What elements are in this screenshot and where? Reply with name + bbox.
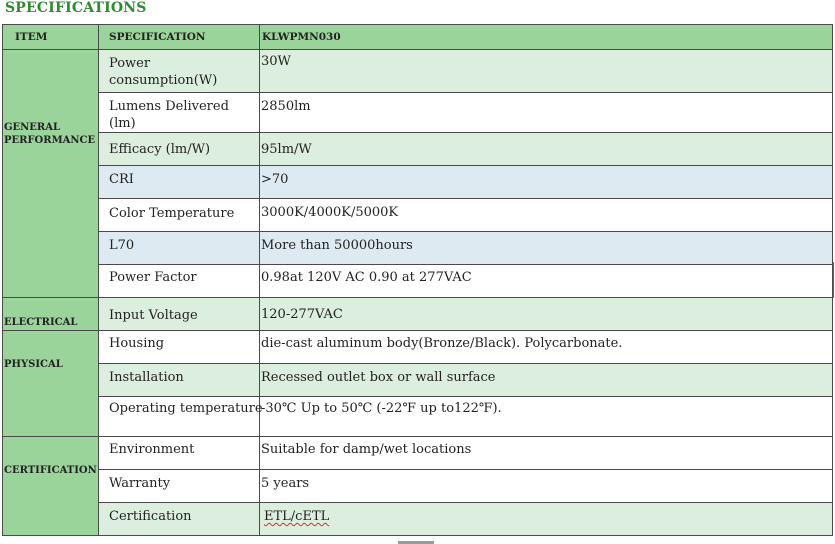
spec-cell: Power consumption(W) bbox=[98, 49, 260, 93]
spec-label: Power consumption(W) bbox=[109, 56, 218, 88]
spec-label: Housing bbox=[109, 336, 165, 351]
housing-text: die-cast aluminum body(Bronze/Black). Po… bbox=[261, 336, 623, 351]
spec-label: L70 bbox=[109, 238, 135, 253]
header-item: ITEM bbox=[2, 24, 99, 50]
spec-label: Color Temperature bbox=[109, 206, 235, 221]
certification-text: ETL/cETL bbox=[264, 509, 330, 524]
table-row: GENERAL PERFORMANCE Power consumption(W)… bbox=[2, 49, 833, 298]
table-header-row: ITEM SPECIFICATION KLWPMN030 bbox=[2, 24, 833, 50]
spec-label: Certification bbox=[109, 509, 192, 524]
spec-label: Efficacy (lm/W) bbox=[109, 142, 211, 157]
spec-value: 120-277VAC bbox=[261, 307, 343, 322]
value-cell: Recessed outlet box or wall surface bbox=[259, 363, 833, 397]
category-electrical: ELECTRICAL bbox=[2, 297, 99, 331]
spec-cell: Efficacy (lm/W) bbox=[98, 132, 260, 166]
spec-value: More than 50000hours bbox=[261, 238, 413, 253]
table-row: Lumens Delivered (lm) 2850lm bbox=[3, 92, 833, 133]
table-row: CRI >70 bbox=[3, 165, 833, 199]
value-cell: 0.98at 120V AC 0.90 at 277VAC bbox=[259, 264, 833, 298]
table-row: Installation Recessed outlet box or wall… bbox=[3, 363, 833, 397]
spec-cell: Color Temperature bbox=[98, 198, 260, 232]
spec-value: 95lm/W bbox=[261, 142, 312, 157]
value-cell: 3000K/4000K/5000K bbox=[259, 198, 833, 232]
value-cell: More than 50000hours bbox=[259, 231, 833, 265]
spec-label: Environment bbox=[109, 442, 195, 457]
category-certification: CERTIFICATION bbox=[2, 436, 99, 536]
spec-cell: CRI bbox=[98, 165, 260, 199]
spec-label: CRI bbox=[109, 172, 134, 187]
category-general-performance: GENERAL PERFORMANCE bbox=[2, 49, 99, 298]
value-cell: 30W bbox=[259, 49, 833, 93]
spec-value: >70 bbox=[261, 172, 289, 187]
spec-value: 2850lm bbox=[261, 99, 311, 114]
value-cell: 2850lm bbox=[259, 92, 833, 133]
spec-label: Operating temperature bbox=[109, 401, 263, 416]
spec-label: Input Voltage bbox=[109, 308, 198, 323]
value-cell: -30℃ Up to 50℃ (-22℉ up to122℉). bbox=[259, 396, 833, 437]
table-row: Certification ETL/cETL bbox=[3, 502, 833, 536]
value-cell: Suitable for damp/wet locations bbox=[259, 436, 833, 470]
spec-value: -30℃ Up to 50℃ (-22℉ up to122℉). bbox=[261, 401, 502, 416]
value-cell: 120-277VAC bbox=[259, 297, 833, 331]
spec-cell: Operating temperature bbox=[98, 396, 263, 437]
spec-value: 0.98at 120V AC 0.90 at 277VAC bbox=[261, 270, 472, 285]
header-model: KLWPMN030 bbox=[259, 24, 833, 50]
spec-value: die-cast aluminum body(Bronze/Black). Po… bbox=[261, 331, 832, 352]
category-physical: PHYSICAL bbox=[2, 330, 99, 437]
value-cell: 95lm/W bbox=[259, 132, 833, 166]
resize-handle[interactable] bbox=[833, 262, 834, 298]
spec-label: Warranty bbox=[109, 476, 171, 491]
value-cell: >70 bbox=[259, 165, 833, 199]
table-row: Efficacy (lm/W) 95lm/W bbox=[3, 132, 833, 166]
spec-value: ETL/cETL bbox=[261, 503, 832, 525]
table-row: CERTIFICATION Environment Suitable for d… bbox=[2, 436, 833, 536]
spec-value: Suitable for damp/wet locations bbox=[261, 442, 472, 457]
spec-value: 5 years bbox=[261, 476, 310, 491]
value-cell: ETL/cETL bbox=[259, 502, 833, 536]
spec-cell: Power Factor bbox=[98, 264, 260, 298]
spec-value: 3000K/4000K/5000K bbox=[261, 205, 399, 220]
spec-cell: Housing bbox=[98, 330, 260, 364]
spec-cell: Lumens Delivered (lm) bbox=[98, 92, 260, 133]
spec-label: Installation bbox=[109, 370, 184, 385]
table-row: L70 More than 50000hours bbox=[3, 231, 833, 265]
table-row: ELECTRICAL Input Voltage 120-277VAC bbox=[2, 297, 833, 331]
spec-cell: Certification bbox=[98, 502, 260, 536]
spec-cell: Input Voltage bbox=[98, 297, 260, 331]
table-row: Warranty 5 years bbox=[3, 469, 833, 503]
value-cell: 5 years bbox=[259, 469, 833, 503]
specifications-table: ITEM SPECIFICATION KLWPMN030 GENERAL PER… bbox=[2, 24, 833, 536]
spec-label: Lumens Delivered (lm) bbox=[109, 99, 229, 131]
spec-value: 30W bbox=[261, 54, 291, 69]
page-title: SPECIFICATIONS bbox=[5, 0, 147, 16]
spec-cell: Installation bbox=[98, 363, 260, 397]
category-label-line2: PERFORMANCE bbox=[4, 135, 96, 146]
table-row: Color Temperature 3000K/4000K/5000K bbox=[3, 198, 833, 232]
category-label-line1: GENERAL bbox=[4, 122, 61, 133]
table-row: Power Factor 0.98at 120V AC 0.90 at 277V… bbox=[3, 264, 833, 298]
header-specification: SPECIFICATION bbox=[98, 24, 260, 50]
spec-cell: Warranty bbox=[98, 469, 260, 503]
spec-label: Power Factor bbox=[109, 270, 197, 285]
value-cell: die-cast aluminum body(Bronze/Black). Po… bbox=[259, 330, 833, 364]
table-row: Operating temperature -30℃ Up to 50℃ (-2… bbox=[3, 396, 833, 437]
spec-value: Recessed outlet box or wall surface bbox=[261, 370, 496, 385]
spec-cell: Environment bbox=[98, 436, 260, 470]
spec-cell: L70 bbox=[98, 231, 260, 265]
table-row: PHYSICAL Housing die-cast aluminum body(… bbox=[2, 330, 833, 437]
